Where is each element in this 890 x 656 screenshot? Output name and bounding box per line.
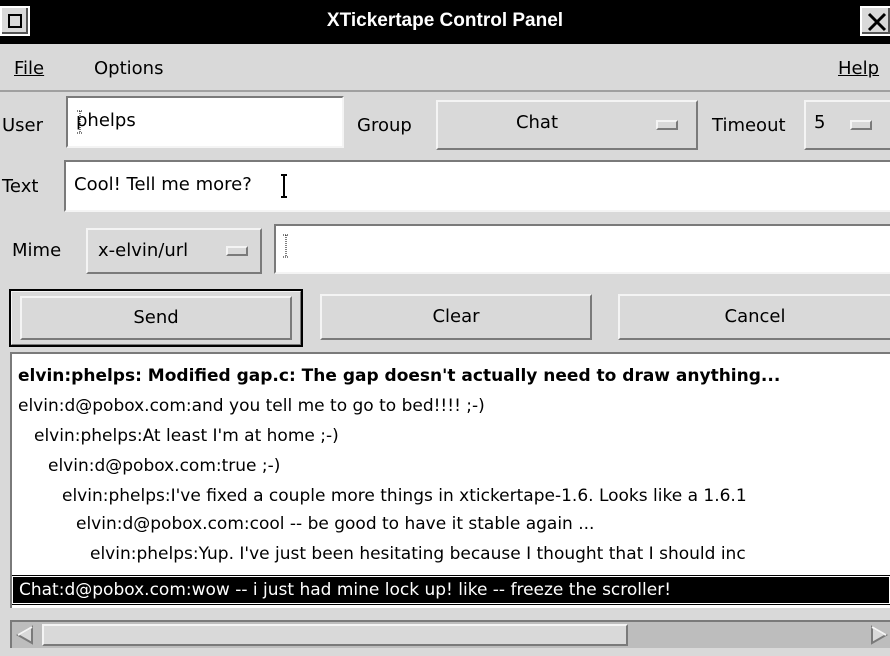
user-field[interactable]: phelps: [66, 96, 344, 148]
message-history-list[interactable]: elvin:phelps: Modified gap.c: The gap do…: [10, 352, 890, 608]
user-label: User: [2, 115, 44, 136]
option-menu-indicator-icon: [850, 120, 872, 130]
window-title: XTickertape Control Panel: [326, 10, 564, 31]
list-item[interactable]: elvin:phelps:I've fixed a couple more th…: [62, 486, 747, 506]
send-button-frame: Send: [9, 289, 303, 347]
user-value: phelps: [76, 110, 136, 131]
group-label: Group: [357, 115, 412, 136]
group-value: Chat: [515, 112, 559, 133]
menu-options[interactable]: Options: [94, 58, 163, 79]
text-label: Text: [2, 176, 39, 197]
menu-file-label: File: [14, 58, 45, 79]
cancel-button[interactable]: Cancel: [618, 294, 890, 340]
group-option-menu[interactable]: Chat: [436, 100, 698, 150]
option-menu-indicator-icon: [656, 120, 678, 130]
mime-args-field[interactable]: [274, 224, 890, 274]
timeout-value: 5: [814, 112, 826, 133]
menu-bar: File Options Help: [0, 44, 890, 92]
text-value: Cool! Tell me more?: [74, 174, 252, 195]
horizontal-scrollbar[interactable]: [10, 620, 890, 648]
menu-help-label: Help: [838, 58, 880, 79]
text-cursor-icon: [283, 234, 289, 258]
mime-value: x-elvin/url: [98, 240, 189, 261]
cancel-label: Cancel: [724, 306, 786, 327]
list-item[interactable]: elvin:phelps: Modified gap.c: The gap do…: [18, 366, 780, 386]
list-item[interactable]: elvin:d@pobox.com:true ;-): [48, 456, 280, 476]
list-item[interactable]: elvin:d@pobox.com:cool -- be good to hav…: [76, 514, 594, 534]
send-button[interactable]: Send: [20, 296, 292, 340]
title-bar: XTickertape Control Panel: [0, 0, 890, 44]
scroll-left-arrow-icon[interactable]: [14, 624, 36, 646]
list-item[interactable]: elvin:phelps:Yup. I've just been hesitat…: [90, 544, 746, 564]
menu-file[interactable]: File: [14, 58, 44, 79]
list-item-selected[interactable]: Chat:d@pobox.com:wow -- i just had mine …: [12, 575, 890, 605]
clear-label: Clear: [432, 306, 480, 327]
timeout-option-menu[interactable]: 5: [804, 100, 890, 150]
send-label: Send: [133, 307, 179, 328]
close-icon[interactable]: [860, 6, 890, 36]
timeout-label: Timeout: [712, 115, 786, 136]
list-item[interactable]: elvin:phelps:At least I'm at home ;-): [34, 426, 339, 446]
text-cursor-icon: [77, 110, 83, 134]
scroll-right-arrow-icon[interactable]: [868, 624, 890, 646]
mime-option-menu[interactable]: x-elvin/url: [86, 228, 262, 274]
text-cursor-icon: [281, 174, 287, 198]
mime-label: Mime: [12, 240, 62, 261]
text-field[interactable]: Cool! Tell me more?: [64, 160, 890, 212]
option-menu-indicator-icon: [226, 246, 248, 256]
menu-help[interactable]: Help: [838, 58, 879, 79]
list-item[interactable]: elvin:d@pobox.com:and you tell me to go …: [18, 396, 485, 416]
clear-button[interactable]: Clear: [320, 294, 592, 340]
scrollbar-thumb[interactable]: [42, 624, 628, 646]
